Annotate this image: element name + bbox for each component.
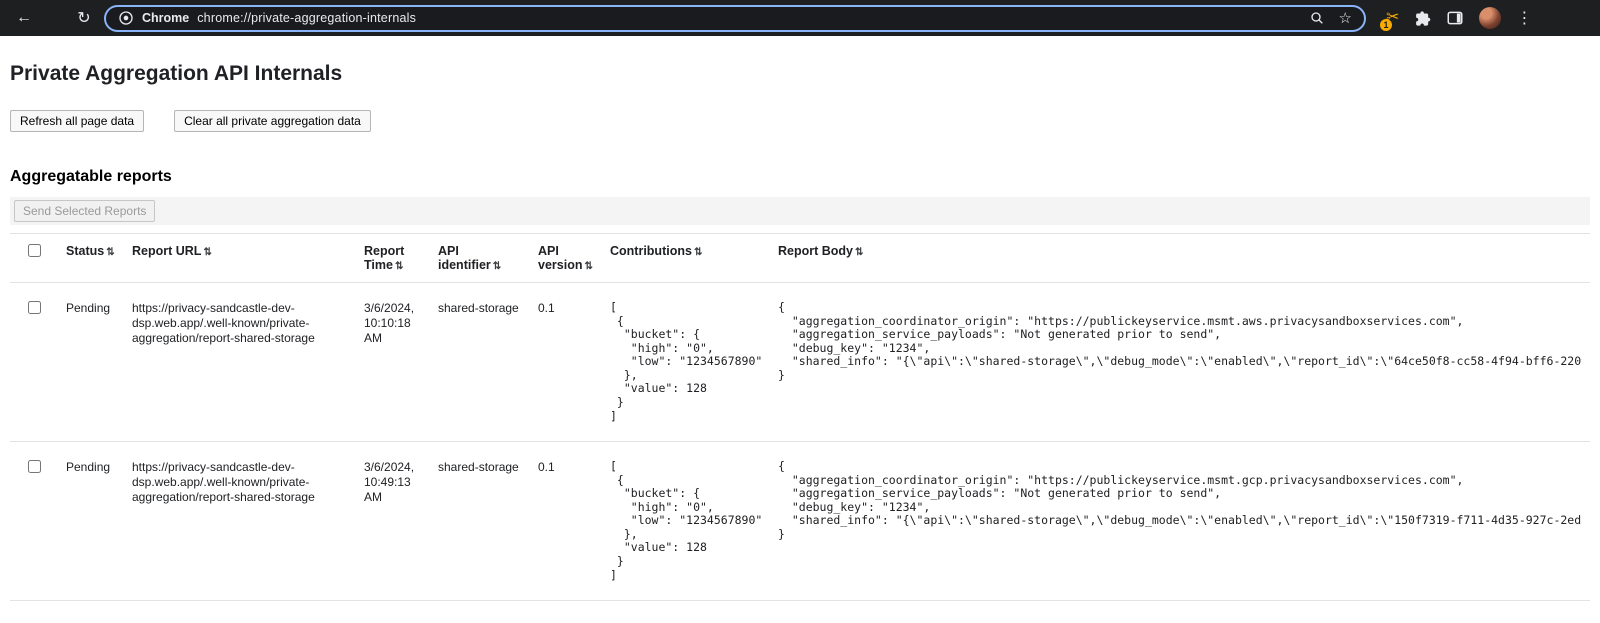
api-version-cell: 0.1 [530,442,602,601]
site-chip-label: Chrome [142,11,189,25]
column-header-report-time[interactable]: Report Time⇅ [356,234,430,283]
clear-all-button[interactable]: Clear all private aggregation data [174,110,371,132]
sort-icon: ⇅ [203,247,211,258]
api-identifier-cell: shared-storage [430,283,530,442]
report-body-json: { "aggregation_coordinator_origin": "htt… [778,460,1582,541]
section-title: Aggregatable reports [10,168,1590,186]
page-content: Private Aggregation API Internals Refres… [0,62,1600,601]
api-version-cell: 0.1 [530,283,602,442]
page-actions: Refresh all page data Clear all private … [10,110,1590,132]
column-header-api-version[interactable]: API version⇅ [530,234,602,283]
reload-icon: ↻ [77,8,90,28]
sort-icon: ⇅ [493,261,501,272]
table-header-row: Status⇅ Report URL⇅ Report Time⇅ API ide… [10,234,1590,283]
report-time-cell: 3/6/2024, 10:49:13 AM [356,442,430,601]
send-toolbar: Send Selected Reports [10,197,1590,225]
sort-icon: ⇅ [395,261,403,272]
status-cell: Pending [58,283,124,442]
report-url-cell: https://privacy-sandcastle-dev-dsp.web.a… [124,442,356,601]
back-icon: ← [16,9,32,27]
sort-icon: ⇅ [694,247,702,258]
table-row: Pending https://privacy-sandcastle-dev-d… [10,283,1590,442]
report-time-cell: 3/6/2024, 10:10:18 AM [356,283,430,442]
column-header-report-url[interactable]: Report URL⇅ [124,234,356,283]
table-row: Pending https://privacy-sandcastle-dev-d… [10,442,1590,601]
column-header-contributions[interactable]: Contributions⇅ [602,234,770,283]
sort-icon: ⇅ [855,247,863,258]
browser-toolbar: ← ↻ Chrome chrome://private-aggregation-… [0,0,1600,36]
bookmark-star-icon[interactable]: ☆ [1339,9,1352,27]
extension-action-icon[interactable]: ✂1 [1386,10,1399,26]
side-panel-icon[interactable] [1446,9,1464,27]
column-header-status[interactable]: Status⇅ [58,234,124,283]
menu-kebab-icon[interactable]: ⋮ [1516,8,1532,28]
aggregatable-reports-table: Status⇅ Report URL⇅ Report Time⇅ API ide… [10,233,1590,601]
chrome-logo-icon [118,10,134,26]
send-selected-reports-button[interactable]: Send Selected Reports [14,200,155,222]
row-checkbox[interactable] [28,301,41,314]
sort-icon: ⇅ [106,247,114,258]
contributions-json: [ { "bucket": { "high": "0", "low": "123… [610,460,762,582]
contributions-json: [ { "bucket": { "high": "0", "low": "123… [610,301,762,423]
select-all-checkbox[interactable] [28,244,41,257]
search-icon[interactable] [1309,10,1325,26]
column-header-report-body[interactable]: Report Body⇅ [770,234,1590,283]
reload-button[interactable]: ↻ [70,4,98,32]
badge-count: 1 [1380,19,1392,31]
extensions-puzzle-icon[interactable] [1414,10,1431,27]
url-text: chrome://private-aggregation-internals [197,11,416,25]
back-button[interactable]: ← [10,4,38,32]
api-identifier-cell: shared-storage [430,442,530,601]
address-bar[interactable]: Chrome chrome://private-aggregation-inte… [104,5,1366,32]
column-header-api-identifier[interactable]: API identifier⇅ [430,234,530,283]
page-title: Private Aggregation API Internals [10,62,1590,86]
sort-icon: ⇅ [584,261,592,272]
status-cell: Pending [58,442,124,601]
report-url-cell: https://privacy-sandcastle-dev-dsp.web.a… [124,283,356,442]
profile-avatar[interactable] [1479,7,1501,29]
refresh-all-button[interactable]: Refresh all page data [10,110,144,132]
row-checkbox[interactable] [28,460,41,473]
report-body-json: { "aggregation_coordinator_origin": "htt… [778,301,1582,382]
